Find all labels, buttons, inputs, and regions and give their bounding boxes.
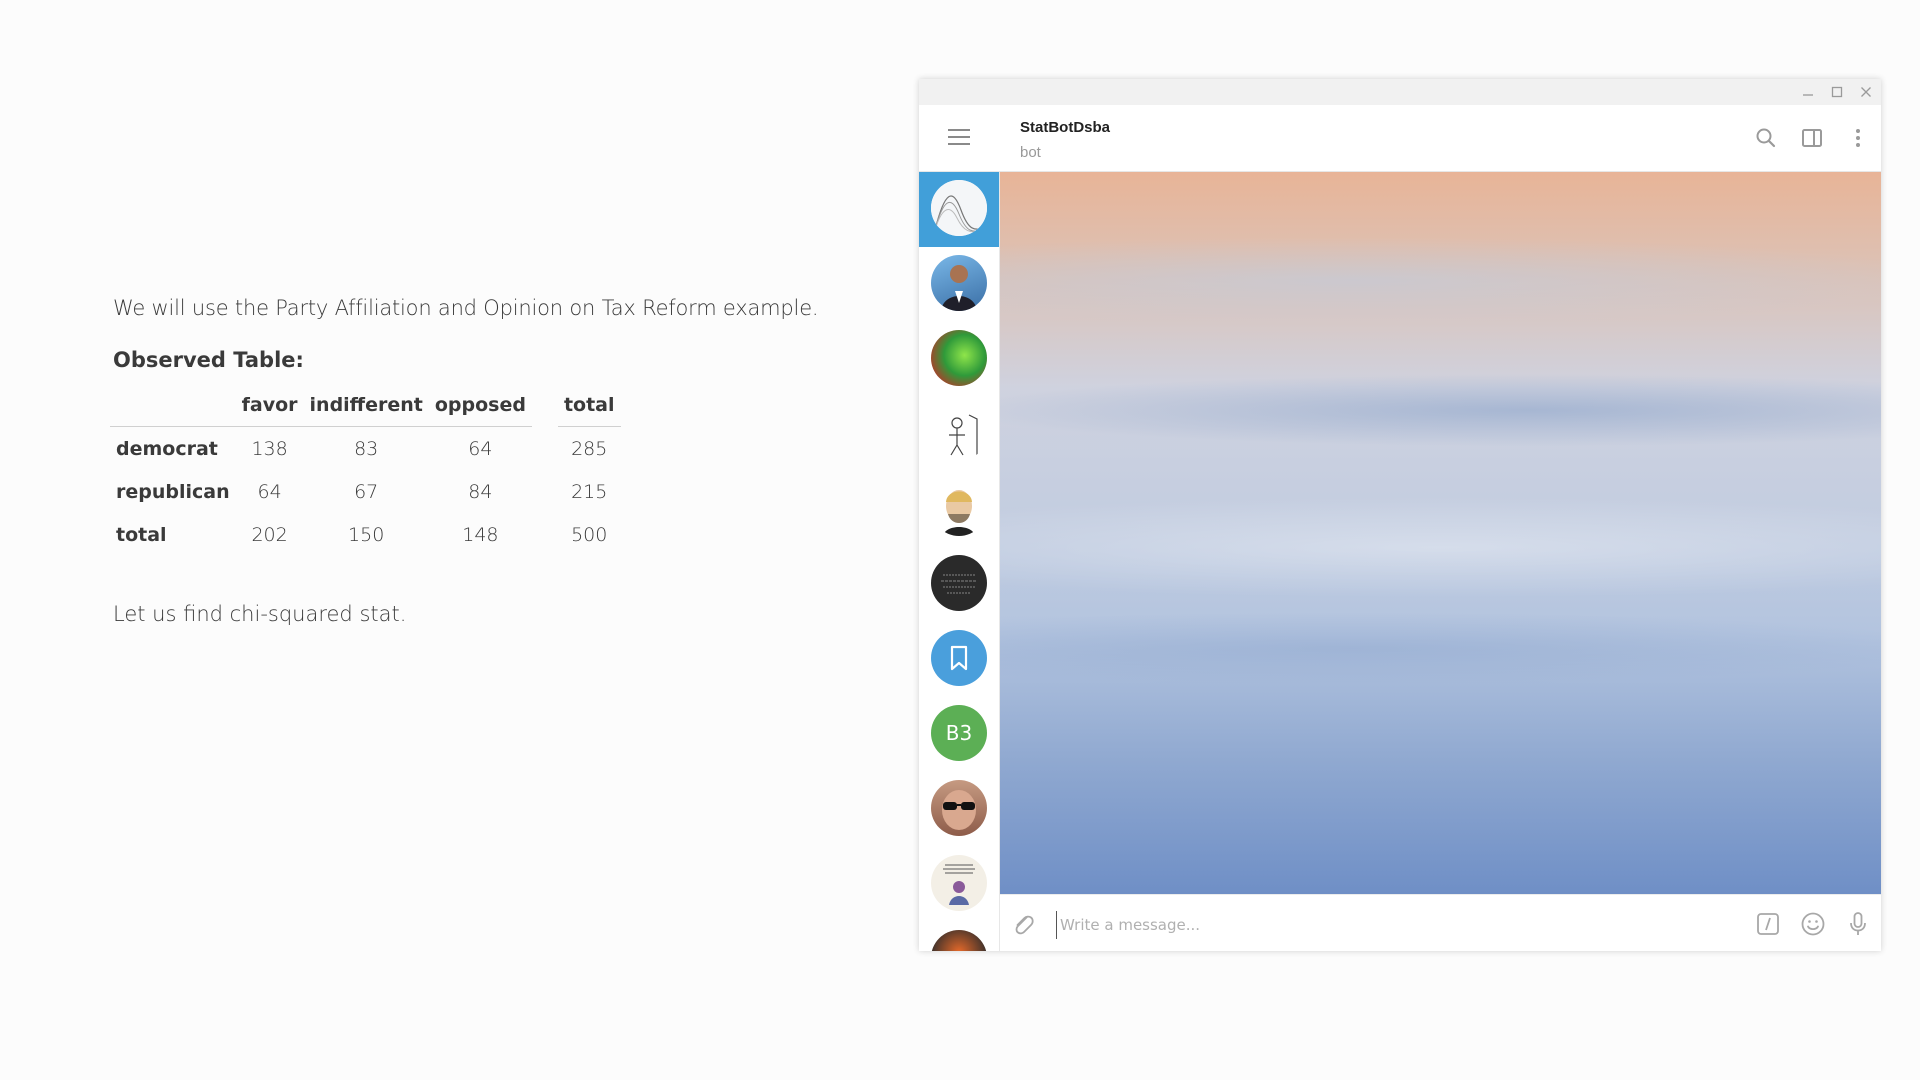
chat-item[interactable] bbox=[919, 922, 999, 951]
table-header-row: favor indifferent opposed total bbox=[110, 394, 621, 427]
document-panel: We will use the Party Affiliation and Op… bbox=[110, 296, 833, 647]
avatar-letters: B3 bbox=[945, 721, 973, 745]
column-header: indifferent bbox=[303, 394, 429, 427]
column-header: favor bbox=[235, 394, 304, 427]
hamburger-menu-icon[interactable] bbox=[919, 105, 999, 171]
window-titlebar[interactable] bbox=[919, 79, 1881, 105]
chat-item-statbot[interactable] bbox=[919, 172, 999, 247]
table-cell: 202 bbox=[251, 523, 288, 546]
chat-item[interactable] bbox=[919, 472, 999, 547]
saved-messages-avatar bbox=[931, 630, 987, 686]
row-header: democrat bbox=[116, 437, 218, 460]
chat-item-saved-messages[interactable] bbox=[919, 622, 999, 697]
row-header: total bbox=[116, 523, 167, 546]
table-cell: 150 bbox=[348, 523, 385, 546]
column-gap bbox=[532, 427, 558, 470]
sidebar-toggle-icon[interactable] bbox=[1799, 125, 1825, 151]
bookmark-icon bbox=[950, 645, 968, 671]
bot-command-icon[interactable] bbox=[1753, 909, 1783, 939]
person-avatar bbox=[931, 255, 987, 311]
row-header: republican bbox=[116, 480, 230, 503]
table-row: democrat 138 83 64 285 bbox=[110, 427, 621, 470]
column-header: opposed bbox=[428, 394, 532, 427]
search-icon[interactable] bbox=[1753, 125, 1779, 151]
attach-icon[interactable] bbox=[1008, 909, 1038, 939]
chat-list-sidebar[interactable]: B3 bbox=[919, 172, 1000, 951]
table-heading: Observed Table: bbox=[113, 348, 304, 372]
emoji-icon[interactable] bbox=[1798, 909, 1828, 939]
table-cell: 285 bbox=[571, 437, 608, 460]
sunglasses-avatar bbox=[931, 780, 987, 836]
sketch-avatar bbox=[931, 405, 987, 461]
chat-header: StatBotDsba bot bbox=[919, 105, 1881, 172]
column-gap bbox=[532, 470, 558, 513]
table-row: total 202 150 148 500 bbox=[110, 513, 621, 556]
maximize-icon[interactable] bbox=[1828, 83, 1846, 101]
chat-item[interactable] bbox=[919, 397, 999, 472]
table-cell: 215 bbox=[571, 480, 608, 503]
letters-avatar: B3 bbox=[931, 705, 987, 761]
minimize-icon[interactable] bbox=[1799, 83, 1817, 101]
message-input[interactable] bbox=[1056, 911, 1662, 939]
observed-table: favor indifferent opposed total democrat… bbox=[110, 394, 621, 556]
column-header: total bbox=[557, 394, 621, 427]
partial-avatar bbox=[931, 930, 987, 951]
chart-avatar bbox=[931, 180, 987, 236]
chat-item[interactable] bbox=[919, 322, 999, 397]
corner-cell bbox=[110, 394, 236, 427]
chat-item[interactable]: B3 bbox=[919, 697, 999, 772]
chat-status: bot bbox=[1020, 144, 1041, 161]
table-cell: 83 bbox=[354, 437, 379, 460]
table-cell: 500 bbox=[571, 523, 608, 546]
chat-messages-area[interactable] bbox=[1000, 172, 1881, 894]
poster-avatar bbox=[931, 855, 987, 911]
close-icon[interactable] bbox=[1857, 83, 1875, 101]
colorful-avatar bbox=[931, 330, 987, 386]
chat-item[interactable] bbox=[919, 772, 999, 847]
intro-text: We will use the Party Affiliation and Op… bbox=[113, 296, 819, 320]
chat-title[interactable]: StatBotDsba bbox=[1020, 119, 1110, 136]
dark-text-avatar bbox=[931, 555, 987, 611]
column-gap bbox=[532, 394, 558, 427]
telegram-window: StatBotDsba bot B3 Write a message... bbox=[919, 79, 1881, 951]
table-cell: 148 bbox=[462, 523, 499, 546]
microphone-icon[interactable] bbox=[1843, 909, 1873, 939]
table-row: republican 64 67 84 215 bbox=[110, 470, 621, 513]
more-vertical-icon[interactable] bbox=[1845, 125, 1871, 151]
chat-item[interactable] bbox=[919, 247, 999, 322]
chat-item[interactable] bbox=[919, 847, 999, 922]
chat-item[interactable] bbox=[919, 547, 999, 622]
outro-text: Let us find chi-squared stat. bbox=[113, 602, 407, 626]
table-cell: 138 bbox=[251, 437, 288, 460]
face-avatar bbox=[931, 480, 987, 536]
table-cell: 64 bbox=[257, 480, 282, 503]
column-gap bbox=[532, 513, 558, 556]
table-cell: 67 bbox=[354, 480, 379, 503]
table-cell: 84 bbox=[468, 480, 493, 503]
table-cell: 64 bbox=[468, 437, 493, 460]
message-composer bbox=[1000, 894, 1881, 951]
